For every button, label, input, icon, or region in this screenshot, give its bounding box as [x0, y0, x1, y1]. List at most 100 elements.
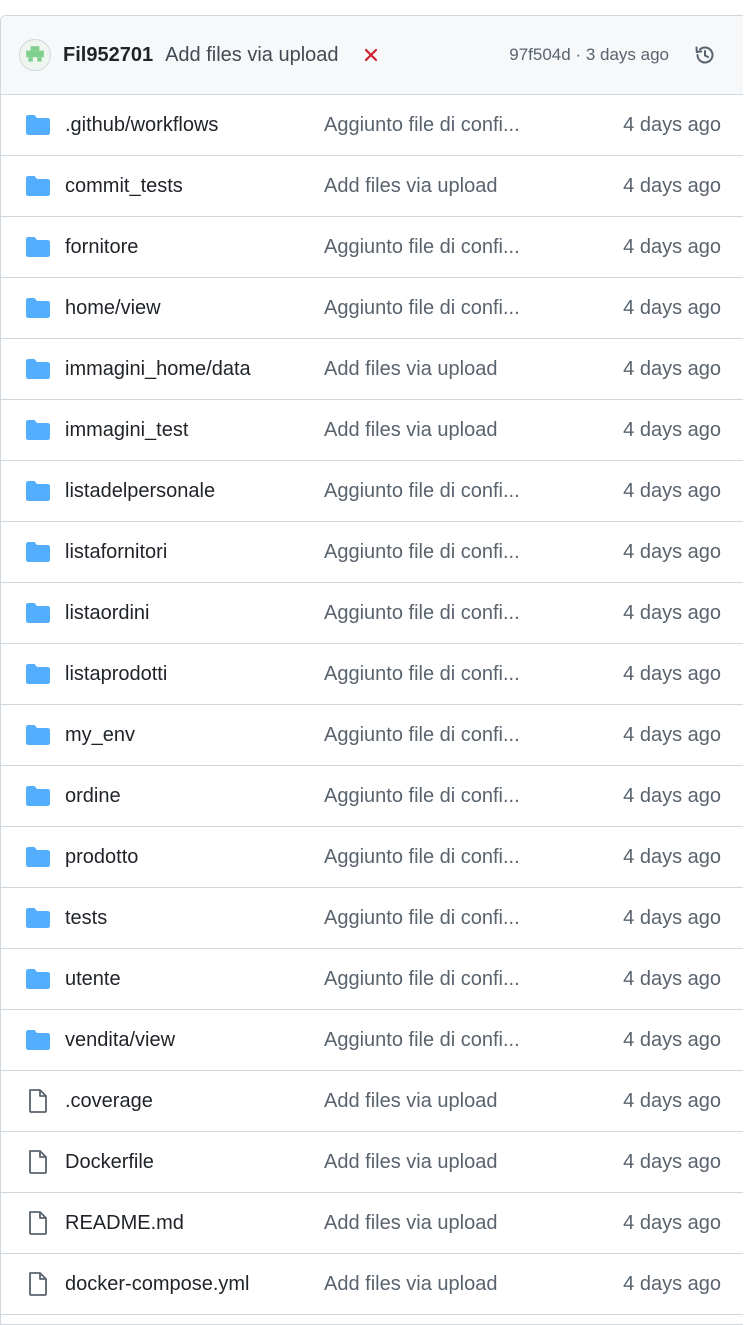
table-row[interactable]: commit_tests Add files via upload 4 days a…	[1, 156, 743, 217]
commit-age: 4 days ago	[623, 784, 721, 807]
folder-icon	[25, 174, 51, 198]
table-row[interactable]: utente Aggiunto file di confi... 4 days ag…	[1, 949, 743, 1010]
folder-icon	[25, 845, 51, 869]
folder-icon	[25, 235, 51, 259]
file-name-link[interactable]: tests	[65, 907, 107, 930]
table-row[interactable]: ordine Aggiunto file di confi... 4 days ag…	[1, 766, 743, 827]
file-name-link[interactable]: listadelpersonale	[65, 480, 215, 503]
commit-message-link[interactable]: Aggiunto file di confi...	[324, 480, 520, 503]
folder-icon	[25, 723, 51, 747]
commit-age: 4 days ago	[623, 845, 721, 868]
file-name-link[interactable]: my_env	[65, 724, 135, 747]
latest-commit-bar: Fil952701 Add files via upload 97f504d ·…	[1, 16, 743, 95]
file-icon	[25, 1211, 51, 1235]
file-name-link[interactable]: docker-compose.yml	[65, 1273, 250, 1296]
table-row[interactable]: tests Aggiunto file di confi... 4 days ago	[1, 888, 743, 949]
commit-message-link[interactable]: Aggiunto file di confi...	[324, 785, 520, 808]
folder-icon	[25, 479, 51, 503]
commit-message-link[interactable]: Aggiunto file di confi...	[324, 297, 520, 320]
folder-icon	[25, 357, 51, 381]
file-name-link[interactable]: immagini_test	[65, 419, 188, 442]
commit-message-link[interactable]: Add files via upload	[324, 1212, 497, 1235]
table-row[interactable]: vendita/view Aggiunto file di confi... 4 d…	[1, 1010, 743, 1071]
file-name-link[interactable]: prodotto	[65, 846, 138, 869]
commit-age: 4 days ago	[623, 479, 721, 502]
commit-age: 4 days ago	[623, 540, 721, 563]
commit-message-link[interactable]: Add files via upload	[324, 175, 497, 198]
commit-age: 4 days ago	[623, 1150, 721, 1173]
commit-age: 4 days ago	[623, 1028, 721, 1051]
table-row[interactable]: README.md Add files via upload 4 days ago	[1, 1193, 743, 1254]
folder-icon	[25, 906, 51, 930]
commit-message-link[interactable]: Aggiunto file di confi...	[324, 663, 520, 686]
commit-message-link[interactable]: Aggiunto file di confi...	[324, 907, 520, 930]
commit-message-link[interactable]: Aggiunto file di confi...	[324, 968, 520, 991]
table-row[interactable]: Dockerfile Add files via upload 4 days ago	[1, 1132, 743, 1193]
table-row[interactable]: listaordini Aggiunto file di confi... 4 da…	[1, 583, 743, 644]
file-name-link[interactable]: commit_tests	[65, 175, 183, 198]
file-browser: Fil952701 Add files via upload 97f504d ·…	[0, 15, 743, 1325]
commit-sha-time[interactable]: 97f504d · 3 days ago	[509, 45, 669, 65]
file-name-link[interactable]: README.md	[65, 1212, 184, 1235]
file-icon	[25, 1150, 51, 1174]
file-name-link[interactable]: listaprodotti	[65, 663, 167, 686]
table-row[interactable]: fornitore Aggiunto file di confi... 4 days…	[1, 217, 743, 278]
file-name-link[interactable]: immagini_home/data	[65, 358, 251, 381]
commit-age: 4 days ago	[623, 1272, 721, 1295]
table-row[interactable]: my_env Aggiunto file di confi... 4 days ag…	[1, 705, 743, 766]
table-row[interactable]: .coverage Add files via upload 4 days ago	[1, 1071, 743, 1132]
file-list: .github/workflows Aggiunto file di confi.…	[1, 95, 743, 1315]
commit-age: 4 days ago	[623, 113, 721, 136]
table-row[interactable]: listafornitori Aggiunto file di confi... 4…	[1, 522, 743, 583]
commit-message-link[interactable]: Aggiunto file di confi...	[324, 541, 520, 564]
file-name-link[interactable]: home/view	[65, 297, 161, 320]
folder-icon	[25, 1028, 51, 1052]
file-name-link[interactable]: fornitore	[65, 236, 138, 259]
file-name-link[interactable]: listaordini	[65, 602, 149, 625]
table-row[interactable]: listaprodotti Aggiunto file di confi... 4 …	[1, 644, 743, 705]
commit-age: 4 days ago	[623, 723, 721, 746]
history-icon[interactable]	[693, 43, 717, 67]
file-name-link[interactable]: Dockerfile	[65, 1151, 154, 1174]
folder-icon	[25, 540, 51, 564]
folder-icon	[25, 784, 51, 808]
folder-icon	[25, 418, 51, 442]
commit-age: 4 days ago	[623, 235, 721, 258]
folder-icon	[25, 662, 51, 686]
commit-age: 4 days ago	[623, 1089, 721, 1112]
file-name-link[interactable]: listafornitori	[65, 541, 167, 564]
commit-age: 4 days ago	[623, 418, 721, 441]
commit-message-link[interactable]: Add files via upload	[324, 358, 497, 381]
commit-message[interactable]: Add files via upload	[165, 44, 338, 67]
commit-message-link[interactable]: Aggiunto file di confi...	[324, 114, 520, 137]
commit-message-link[interactable]: Aggiunto file di confi...	[324, 236, 520, 259]
file-name-link[interactable]: utente	[65, 968, 121, 991]
commit-message-link[interactable]: Add files via upload	[324, 1151, 497, 1174]
commit-age: 4 days ago	[623, 174, 721, 197]
commit-message-link[interactable]: Aggiunto file di confi...	[324, 602, 520, 625]
table-row[interactable]: immagini_test Add files via upload 4 days …	[1, 400, 743, 461]
commit-age: 4 days ago	[623, 601, 721, 624]
table-row[interactable]: immagini_home/data Add files via upload 4 …	[1, 339, 743, 400]
commit-message-link[interactable]: Add files via upload	[324, 419, 497, 442]
file-name-link[interactable]: ordine	[65, 785, 121, 808]
table-row[interactable]: docker-compose.yml Add files via upload 4 …	[1, 1254, 743, 1315]
file-name-link[interactable]: vendita/view	[65, 1029, 175, 1052]
file-name-link[interactable]: .coverage	[65, 1090, 153, 1113]
folder-icon	[25, 601, 51, 625]
table-row[interactable]: listadelpersonale Aggiunto file di confi.…	[1, 461, 743, 522]
table-row[interactable]: prodotto Aggiunto file di confi... 4 days …	[1, 827, 743, 888]
file-name-link[interactable]: .github/workflows	[65, 114, 218, 137]
x-icon[interactable]	[363, 47, 379, 63]
commit-message-link[interactable]: Aggiunto file di confi...	[324, 846, 520, 869]
commit-author[interactable]: Fil952701	[63, 44, 153, 67]
commit-message-link[interactable]: Add files via upload	[324, 1090, 497, 1113]
commit-age: 4 days ago	[623, 296, 721, 319]
avatar[interactable]	[19, 39, 51, 71]
file-icon	[25, 1089, 51, 1113]
table-row[interactable]: .github/workflows Aggiunto file di confi.…	[1, 95, 743, 156]
commit-message-link[interactable]: Aggiunto file di confi...	[324, 1029, 520, 1052]
commit-message-link[interactable]: Add files via upload	[324, 1273, 497, 1296]
table-row[interactable]: home/view Aggiunto file di confi... 4 days…	[1, 278, 743, 339]
commit-message-link[interactable]: Aggiunto file di confi...	[324, 724, 520, 747]
